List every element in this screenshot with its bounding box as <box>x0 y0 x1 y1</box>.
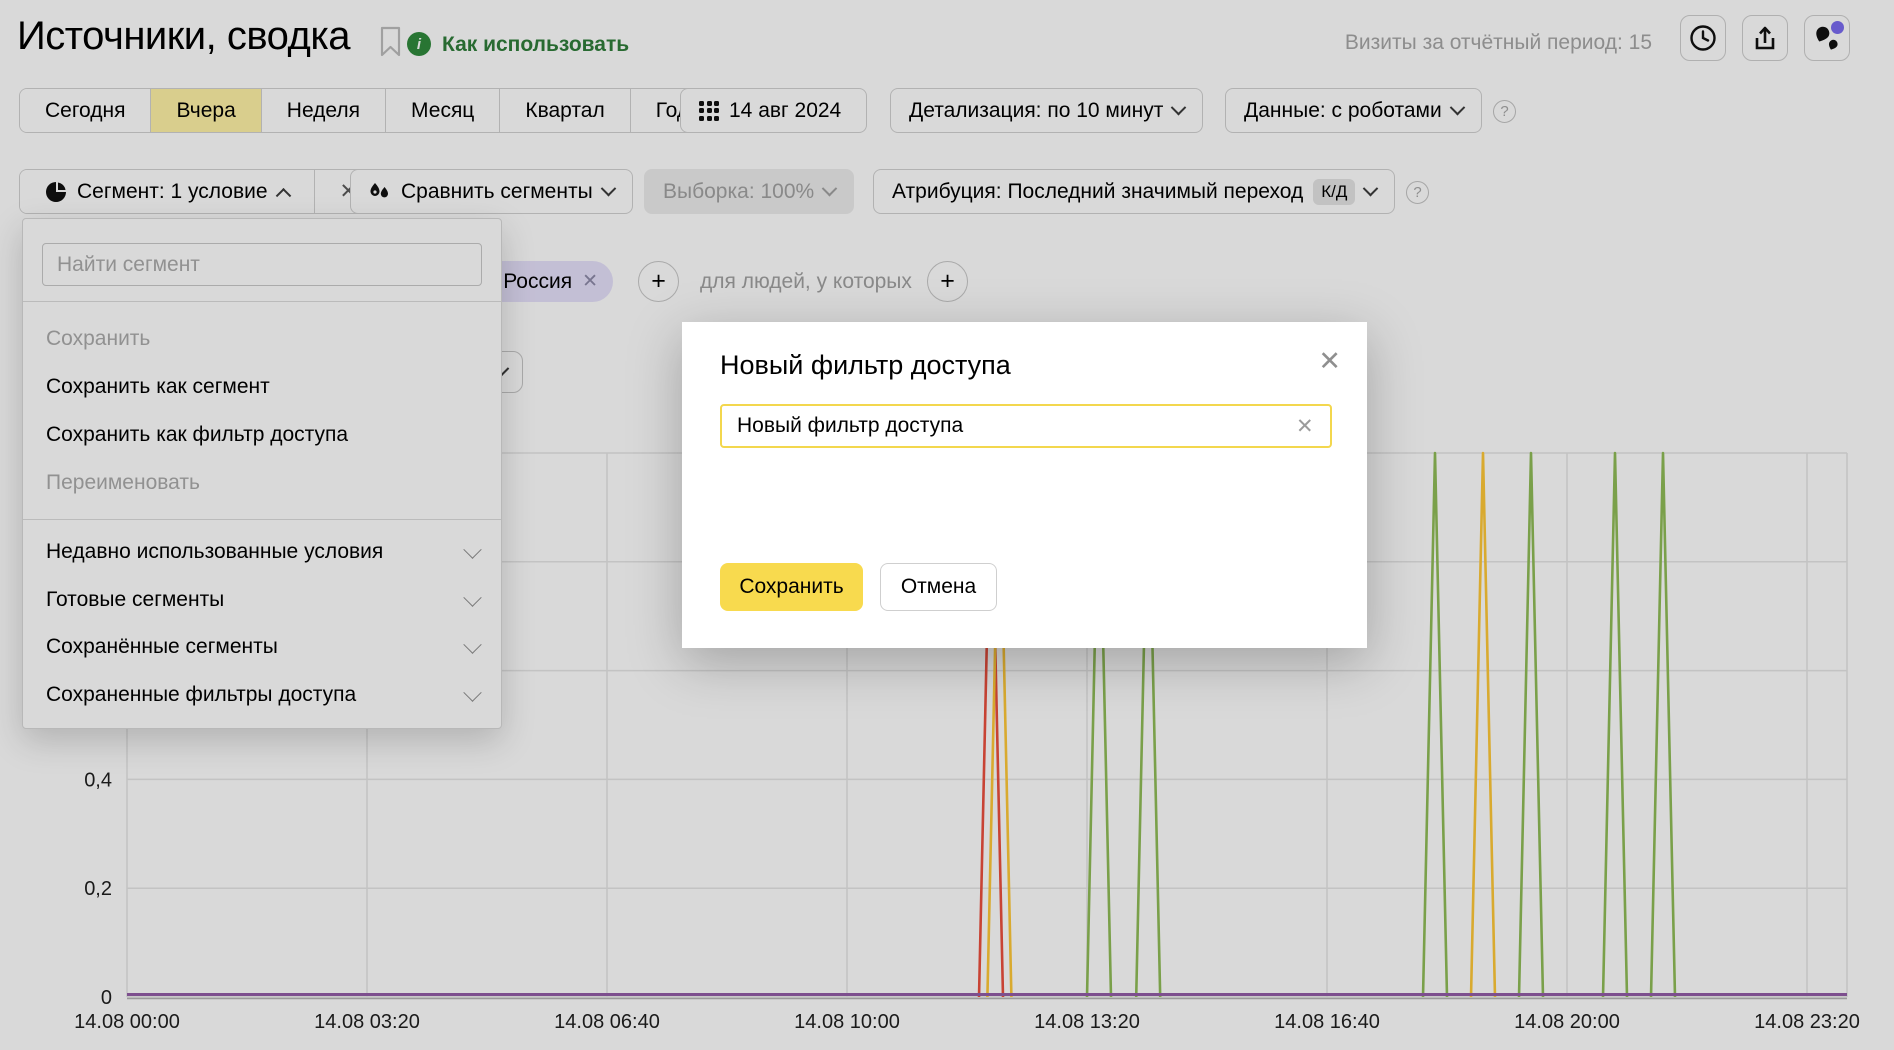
modal-title: Новый фильтр доступа <box>720 350 1011 381</box>
app-canvas: 00,20,40,60,8114.08 00:0014.08 03:2014.0… <box>0 0 1894 1050</box>
input-clear-icon[interactable]: ✕ <box>1296 414 1314 439</box>
cancel-button[interactable]: Отмена <box>880 563 997 611</box>
save-button[interactable]: Сохранить <box>720 563 863 611</box>
modal-close-icon[interactable]: ✕ <box>1318 348 1341 375</box>
filter-name-input[interactable] <box>720 404 1332 448</box>
new-access-filter-modal: Новый фильтр доступа ✕ ✕ Сохранить Отмен… <box>682 322 1367 648</box>
